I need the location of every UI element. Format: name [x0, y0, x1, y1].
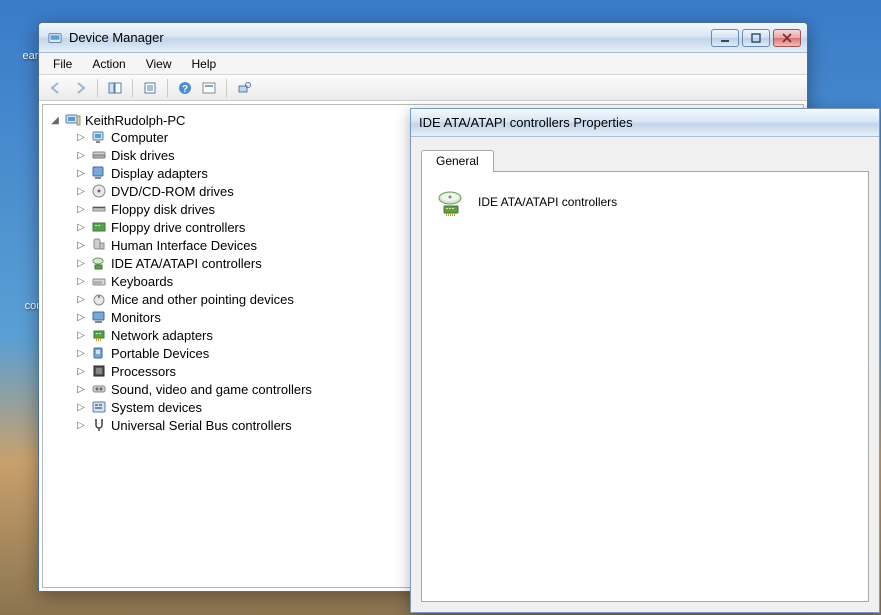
collapse-icon[interactable]: ◢: [49, 114, 61, 126]
category-icon: [91, 255, 107, 271]
category-icon: [91, 201, 107, 217]
expand-icon[interactable]: ▷: [75, 221, 87, 233]
category-icon: [91, 237, 107, 253]
tree-item-label: Portable Devices: [111, 346, 209, 361]
expand-icon[interactable]: ▷: [75, 131, 87, 143]
expand-icon[interactable]: ▷: [75, 185, 87, 197]
expand-icon[interactable]: ▷: [75, 311, 87, 323]
category-icon: [91, 291, 107, 307]
tree-item-label: Keyboards: [111, 274, 173, 289]
app-icon: [47, 30, 63, 46]
expand-icon[interactable]: ▷: [75, 383, 87, 395]
category-icon: [91, 147, 107, 163]
expand-icon[interactable]: ▷: [75, 275, 87, 287]
expand-icon[interactable]: ▷: [75, 293, 87, 305]
tree-item-label: Human Interface Devices: [111, 238, 257, 253]
show-hide-console-tree-button[interactable]: [104, 78, 126, 98]
tree-item-label: Floppy drive controllers: [111, 220, 245, 235]
category-icon: [91, 219, 107, 235]
update-driver-button[interactable]: [198, 78, 220, 98]
titlebar[interactable]: Device Manager: [39, 23, 807, 53]
back-button[interactable]: [45, 78, 67, 98]
minimize-button[interactable]: [711, 29, 739, 47]
tree-item-label: System devices: [111, 400, 202, 415]
category-icon: [91, 381, 107, 397]
svg-text:?: ?: [182, 84, 188, 95]
category-icon: [91, 309, 107, 325]
tree-item-label: Display adapters: [111, 166, 208, 181]
expand-icon[interactable]: ▷: [75, 149, 87, 161]
tree-item-label: Network adapters: [111, 328, 213, 343]
tree-item-label: Computer: [111, 130, 168, 145]
tab-general[interactable]: General: [421, 150, 494, 172]
tree-item-label: IDE ATA/ATAPI controllers: [111, 256, 262, 271]
properties-title: IDE ATA/ATAPI controllers Properties: [419, 115, 633, 130]
tree-item-label: Universal Serial Bus controllers: [111, 418, 292, 433]
menu-action[interactable]: Action: [82, 55, 135, 73]
toolbar-separator: [97, 79, 98, 97]
menu-file[interactable]: File: [43, 55, 82, 73]
menu-help[interactable]: Help: [182, 55, 227, 73]
toolbar: ?: [39, 75, 807, 101]
category-icon: [91, 183, 107, 199]
tree-item-label: Mice and other pointing devices: [111, 292, 294, 307]
properties-titlebar[interactable]: IDE ATA/ATAPI controllers Properties: [411, 109, 879, 137]
tree-item-label: DVD/CD-ROM drives: [111, 184, 234, 199]
tab-general-pane: IDE ATA/ATAPI controllers: [421, 171, 869, 602]
tree-root-label: KeithRudolph-PC: [85, 113, 185, 128]
forward-button[interactable]: [69, 78, 91, 98]
close-button[interactable]: [773, 29, 801, 47]
expand-icon[interactable]: ▷: [75, 347, 87, 359]
tab-label: General: [436, 154, 479, 168]
category-icon: [91, 363, 107, 379]
category-icon: [91, 417, 107, 433]
category-icon: [91, 327, 107, 343]
tree-item-label: Disk drives: [111, 148, 175, 163]
menu-view[interactable]: View: [136, 55, 182, 73]
menubar: File Action View Help: [39, 53, 807, 75]
expand-icon[interactable]: ▷: [75, 365, 87, 377]
expand-icon[interactable]: ▷: [75, 239, 87, 251]
expand-icon[interactable]: ▷: [75, 257, 87, 269]
computer-icon: [65, 112, 81, 128]
properties-button[interactable]: [139, 78, 161, 98]
toolbar-separator: [167, 79, 168, 97]
tree-item-label: Sound, video and game controllers: [111, 382, 312, 397]
tree-item-label: Processors: [111, 364, 176, 379]
category-icon: [91, 273, 107, 289]
window-title: Device Manager: [69, 30, 705, 45]
expand-icon[interactable]: ▷: [75, 167, 87, 179]
category-icon: [91, 399, 107, 415]
tree-item-label: Floppy disk drives: [111, 202, 215, 217]
category-icon: [91, 345, 107, 361]
device-category-icon: [436, 186, 468, 218]
toolbar-separator: [132, 79, 133, 97]
expand-icon[interactable]: ▷: [75, 203, 87, 215]
scan-hardware-button[interactable]: [233, 78, 255, 98]
expand-icon[interactable]: ▷: [75, 329, 87, 341]
toolbar-separator: [226, 79, 227, 97]
tree-item-label: Monitors: [111, 310, 161, 325]
properties-window: IDE ATA/ATAPI controllers Properties Gen…: [410, 108, 880, 613]
expand-icon[interactable]: ▷: [75, 419, 87, 431]
device-name-label: IDE ATA/ATAPI controllers: [478, 195, 617, 209]
maximize-button[interactable]: [742, 29, 770, 47]
help-button[interactable]: ?: [174, 78, 196, 98]
category-icon: [91, 129, 107, 145]
expand-icon[interactable]: ▷: [75, 401, 87, 413]
category-icon: [91, 165, 107, 181]
